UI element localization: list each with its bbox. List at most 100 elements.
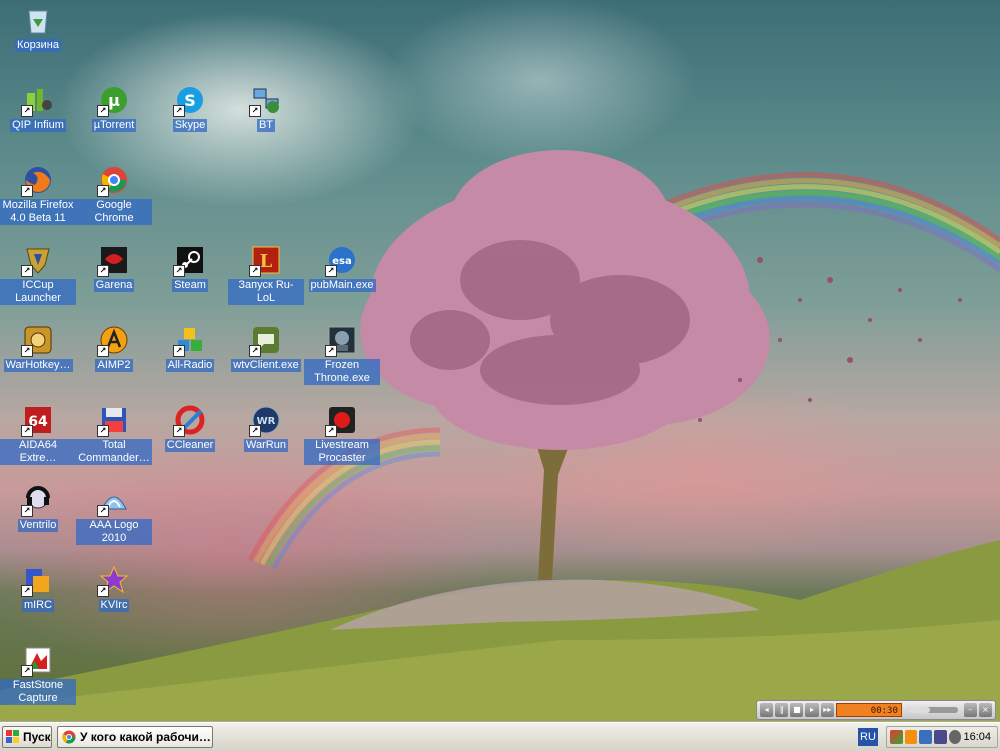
desktop-icon-steam[interactable]: ↗ Steam [152,244,228,292]
shortcut-arrow-icon: ↗ [21,505,33,517]
desktop-icon-wtvclient[interactable]: ↗ wtvClient.exe [228,324,304,372]
minimize-icon[interactable]: – [963,703,977,717]
media-player-bar[interactable]: ◂ ‖ ■ ▸ ▸▸ 00:30 – × [756,700,996,720]
desktop-icon-qip[interactable]: ↗ QIP Infium [0,84,76,132]
aida64-icon: 64 ↗ [21,404,54,437]
desktop-icon-chrome[interactable]: ↗ Google Chrome [76,164,152,225]
desktop-icon-utorrent[interactable]: µ ↗ µTorrent [76,84,152,132]
shortcut-arrow-icon: ↗ [249,425,261,437]
shortcut-arrow-icon: ↗ [173,345,185,357]
ccleaner-icon: ↗ [173,404,206,437]
desktop-icon-ventrilo[interactable]: ↗ Ventrilo [0,484,76,532]
shortcut-arrow-icon: ↗ [173,105,185,117]
desktop-icon-aida64[interactable]: 64 ↗ AIDA64 Extre… [0,404,76,465]
desktop-icon-label: Livestream Procaster [304,439,380,465]
desktop-icon-label: KVIrc [98,599,130,612]
desktop-icon-faststone[interactable]: ↗ FastStone Capture [0,644,76,705]
ventrilo-icon: ↗ [21,484,54,517]
shortcut-arrow-icon: ↗ [325,345,337,357]
desktop-icon-label: CCleaner [164,439,216,452]
iccup-icon: ↗ [21,244,54,277]
clock[interactable]: 16:04 [963,731,997,743]
shortcut-arrow-icon: ↗ [21,585,33,597]
desktop-icon-label: BT [256,119,276,132]
network-tray-icon[interactable] [919,730,933,744]
shortcut-arrow-icon: ↗ [97,585,109,597]
previous-button[interactable]: ◂ [760,703,774,717]
volume-level [906,707,930,713]
taskbar-window-button[interactable]: У кого какой рабочи… [57,726,213,748]
desktop-icon-recycle-bin[interactable]: Корзина [0,4,76,52]
skype-icon: S ↗ [173,84,206,117]
qip-icon: ↗ [21,84,54,117]
language-indicator[interactable]: RU [858,728,878,746]
desktop-icon-label: AAA Logo 2010 [76,519,152,545]
tray-app-icon[interactable] [890,730,903,744]
desktop-icon-firefox[interactable]: ↗ Mozilla Firefox 4.0 Beta 11 [0,164,76,225]
desktop-icon-aimp2[interactable]: ↗ AIMP2 [76,324,152,372]
next-button[interactable]: ▸▸ [820,703,834,717]
desktop-icon-label: Запуск Ru-LoL [228,279,304,305]
svg-text:S: S [184,91,196,110]
windows-flag-icon [6,730,19,743]
desktop-icon-label: wtvClient.exe [231,359,301,372]
kvirc-icon: ↗ [97,564,130,597]
firefox-icon: ↗ [21,164,54,197]
stop-button[interactable]: ■ [790,703,804,717]
desktop-icon-warrun[interactable]: WR ↗ WarRun [228,404,304,452]
desktop-icon-mirc[interactable]: ↗ mIRC [0,564,76,612]
close-icon[interactable]: × [978,703,992,717]
desktop-icon-iccup[interactable]: ↗ ICCup Launcher [0,244,76,305]
shortcut-arrow-icon: ↗ [21,665,33,677]
desktop-icon-all-radio[interactable]: ↗ All-Radio [152,324,228,372]
shortcut-arrow-icon: ↗ [21,345,33,357]
mirc-icon: ↗ [21,564,54,597]
desktop-icon-livestream[interactable]: ↗ Livestream Procaster [304,404,380,465]
desktop-icon-skype[interactable]: S ↗ Skype [152,84,228,132]
desktop-icon-ccleaner[interactable]: ↗ CCleaner [152,404,228,452]
shortcut-arrow-icon: ↗ [325,265,337,277]
taskbar: Пуск У кого какой рабочи… RU 16:04 [0,722,1000,751]
aimp-tray-icon[interactable] [904,730,918,744]
esa-icon: esa ↗ [325,244,358,277]
desktop-icon-frozen-throne[interactable]: ↗ Frozen Throne.exe [304,324,380,385]
desktop-icon-label: WarHotkey… [3,359,73,372]
start-button[interactable]: Пуск [2,726,52,748]
pause-button[interactable]: ‖ [775,703,789,717]
volume-slider[interactable] [906,707,958,713]
shortcut-arrow-icon: ↗ [97,505,109,517]
aaa-logo-icon: ↗ [97,484,130,517]
desktop-icon-garena[interactable]: ↗ Garena [76,244,152,292]
desktop-icon-total-commander[interactable]: ↗ Total Commander… [76,404,152,465]
shortcut-arrow-icon: ↗ [97,265,109,277]
desktop-icon-label: Mozilla Firefox 4.0 Beta 11 [0,199,76,225]
svg-text:L: L [260,251,273,272]
steam-icon: ↗ [173,244,206,277]
shortcut-arrow-icon: ↗ [173,265,185,277]
svg-text:µ: µ [108,91,120,110]
desktop-icon-pubmain[interactable]: esa ↗ pubMain.exe [304,244,380,292]
shortcut-arrow-icon: ↗ [21,425,33,437]
faststone-icon: ↗ [21,644,54,677]
desktop-icon-warhotkey[interactable]: ↗ WarHotkey… [0,324,76,372]
desktop-icon-label: Корзина [15,39,61,52]
desktop-icon-label: pubMain.exe [308,279,376,292]
desktop-icon-aaa-logo[interactable]: ↗ AAA Logo 2010 [76,484,152,545]
desktop-icon-label: AIDA64 Extre… [0,439,76,465]
desktop-icon-label: AIMP2 [95,359,133,372]
shortcut-arrow-icon: ↗ [249,265,261,277]
play-button[interactable]: ▸ [805,703,819,717]
desktop-icon-label: Skype [172,119,208,132]
chrome-icon [62,730,76,744]
desktop-icon-bt[interactable]: ↗ BT [228,84,304,132]
desktop[interactable]: Корзина ↗ QIP Infium µ ↗ µTorrent S ↗ Sk… [0,0,1000,722]
monitor-tray-icon[interactable] [934,730,947,744]
desktop-icon-label: Steam [172,279,208,292]
volume-tray-icon[interactable] [948,730,962,744]
desktop-icon-ru-lol[interactable]: L ↗ Запуск Ru-LoL [228,244,304,305]
desktop-icon-kvirc[interactable]: ↗ KVIrc [76,564,152,612]
shortcut-arrow-icon: ↗ [173,425,185,437]
desktop-icon-label: Google Chrome [76,199,152,225]
desktop-icon-label: ICCup Launcher [0,279,76,305]
media-time-display: 00:30 [835,703,902,717]
